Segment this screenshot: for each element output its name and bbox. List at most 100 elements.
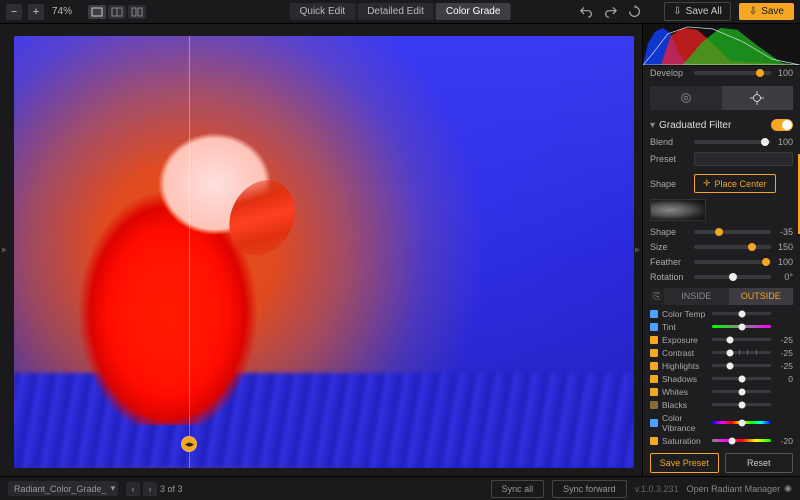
rotation-label: Rotation [650,272,690,282]
adj-label: Color Temp [662,309,708,319]
rotation-slider[interactable] [694,275,771,279]
prev-page-button[interactable]: ‹ [126,482,140,496]
tab-detailed-edit[interactable]: Detailed Edit [357,3,434,20]
adj-slider-whites[interactable] [712,390,771,393]
histogram[interactable] [643,24,800,66]
size-slider[interactable] [694,245,771,249]
split-handle[interactable]: ◂▸ [181,436,197,452]
reset-button[interactable]: Reset [725,453,794,473]
adj-saturation: Saturation-20 [643,434,800,447]
io-lock-button[interactable]: ⎘ [650,288,664,305]
adj-value: -25 [775,361,793,371]
adj-slider-blacks[interactable] [712,403,771,406]
view-split-button[interactable] [108,5,126,19]
radial-mask-button[interactable] [650,86,722,110]
adj-label: Tint [662,322,708,332]
swatch [650,419,658,427]
download-icon: ⇩ [749,6,757,17]
adj-slider-saturation[interactable] [712,439,771,442]
develop-slider[interactable] [694,71,771,75]
shape-slider[interactable] [694,230,771,234]
chevron-down-icon: ▾ [111,483,116,494]
filename-dropdown[interactable]: Radiant_Color_Grade_▾ [8,481,118,496]
next-page-button[interactable]: › [143,482,157,496]
zoom-in-button[interactable]: + [28,4,44,20]
save-all-button[interactable]: ⇩Save All [664,2,731,21]
adj-blacks: Blacks [643,398,800,411]
mode-tabs: Quick Edit Detailed Edit Color Grade [290,3,511,20]
tab-quick-edit[interactable]: Quick Edit [290,3,356,20]
adj-vibrance: Color Vibrance [643,411,800,434]
adj-label: Blacks [662,400,708,410]
outside-tab[interactable]: OUTSIDE [729,288,794,305]
undo-button[interactable] [578,4,594,20]
redo-button[interactable] [602,4,618,20]
inside-tab[interactable]: INSIDE [664,288,729,305]
adj-label: Exposure [662,335,708,345]
adj-value: -25 [775,348,793,358]
adj-slider-colortemp[interactable] [712,312,771,315]
rotation-value: 0° [775,272,793,282]
preset-label: Preset [650,154,690,164]
adj-slider-vibrance[interactable] [712,421,771,424]
blend-slider[interactable] [694,140,771,144]
size-label: Size [650,242,690,252]
develop-value: 100 [775,68,793,78]
adj-label: Whites [662,387,708,397]
develop-label: Develop [650,68,690,78]
sync-all-button[interactable]: Sync all [491,480,545,498]
adj-contrast: Contrast -25 [643,346,800,359]
split-preview-line [189,36,190,468]
size-value: 150 [775,242,793,252]
open-manager-button[interactable]: Open Radiant Manager ◉ [687,483,792,494]
blend-label: Blend [650,137,690,147]
adj-label: Color Vibrance [662,413,708,433]
swatch [650,310,658,318]
shape-preview[interactable] [650,199,706,221]
adj-tint: Tint [643,320,800,333]
view-compare-button[interactable] [128,5,146,19]
page-indicator: 3 of 3 [160,484,183,494]
image-canvas[interactable]: ◂▸ [14,36,634,468]
bottombar: Radiant_Color_Grade_▾ ‹ › 3 of 3 Sync al… [0,476,800,500]
graduated-filter-header[interactable]: ▾ Graduated Filter [643,115,800,135]
crosshair-icon: ✛ [703,178,711,189]
adj-slider-contrast[interactable] [712,351,771,354]
adj-label: Shadows [662,374,708,384]
zoom-out-button[interactable]: − [6,4,22,20]
adj-slider-exposure[interactable] [712,338,771,341]
view-single-button[interactable] [88,5,106,19]
image-bird [64,131,324,425]
version-label: v.1.0.3.231 [635,484,679,494]
develop-slider-row: Develop 100 [643,66,800,81]
adj-slider-shadows[interactable] [712,377,771,380]
reset-icon[interactable] [626,4,642,20]
swatch [650,323,658,331]
right-panel-collapse[interactable]: ▸ [635,245,640,256]
adj-slider-tint[interactable] [712,325,771,328]
save-preset-button[interactable]: Save Preset [650,453,719,473]
blend-value: 100 [775,137,793,147]
shape-value: -35 [775,227,793,237]
feather-slider[interactable] [694,260,771,264]
swatch [650,362,658,370]
adj-exposure: Exposure-25 [643,333,800,346]
adj-slider-highlights[interactable] [712,364,771,367]
adj-colortemp: Color Temp [643,307,800,320]
target-mask-button[interactable] [722,86,794,110]
shape-label: Shape [650,179,690,189]
place-center-button[interactable]: ✛ Place Center [694,174,776,193]
sync-forward-button[interactable]: Sync forward [552,480,627,498]
shape-slider-label: Shape [650,227,690,237]
swatch [650,375,658,383]
download-icon: ⇩ [673,6,681,17]
save-button[interactable]: ⇩Save [739,3,794,20]
pager: ‹ › 3 of 3 [126,482,183,496]
swatch [650,437,658,445]
adj-label: Saturation [662,436,708,446]
tab-color-grade[interactable]: Color Grade [436,3,510,20]
preset-dropdown[interactable] [694,152,793,166]
filter-enable-toggle[interactable] [771,119,793,131]
adj-label: Contrast [662,348,708,358]
feather-label: Feather [650,257,690,267]
